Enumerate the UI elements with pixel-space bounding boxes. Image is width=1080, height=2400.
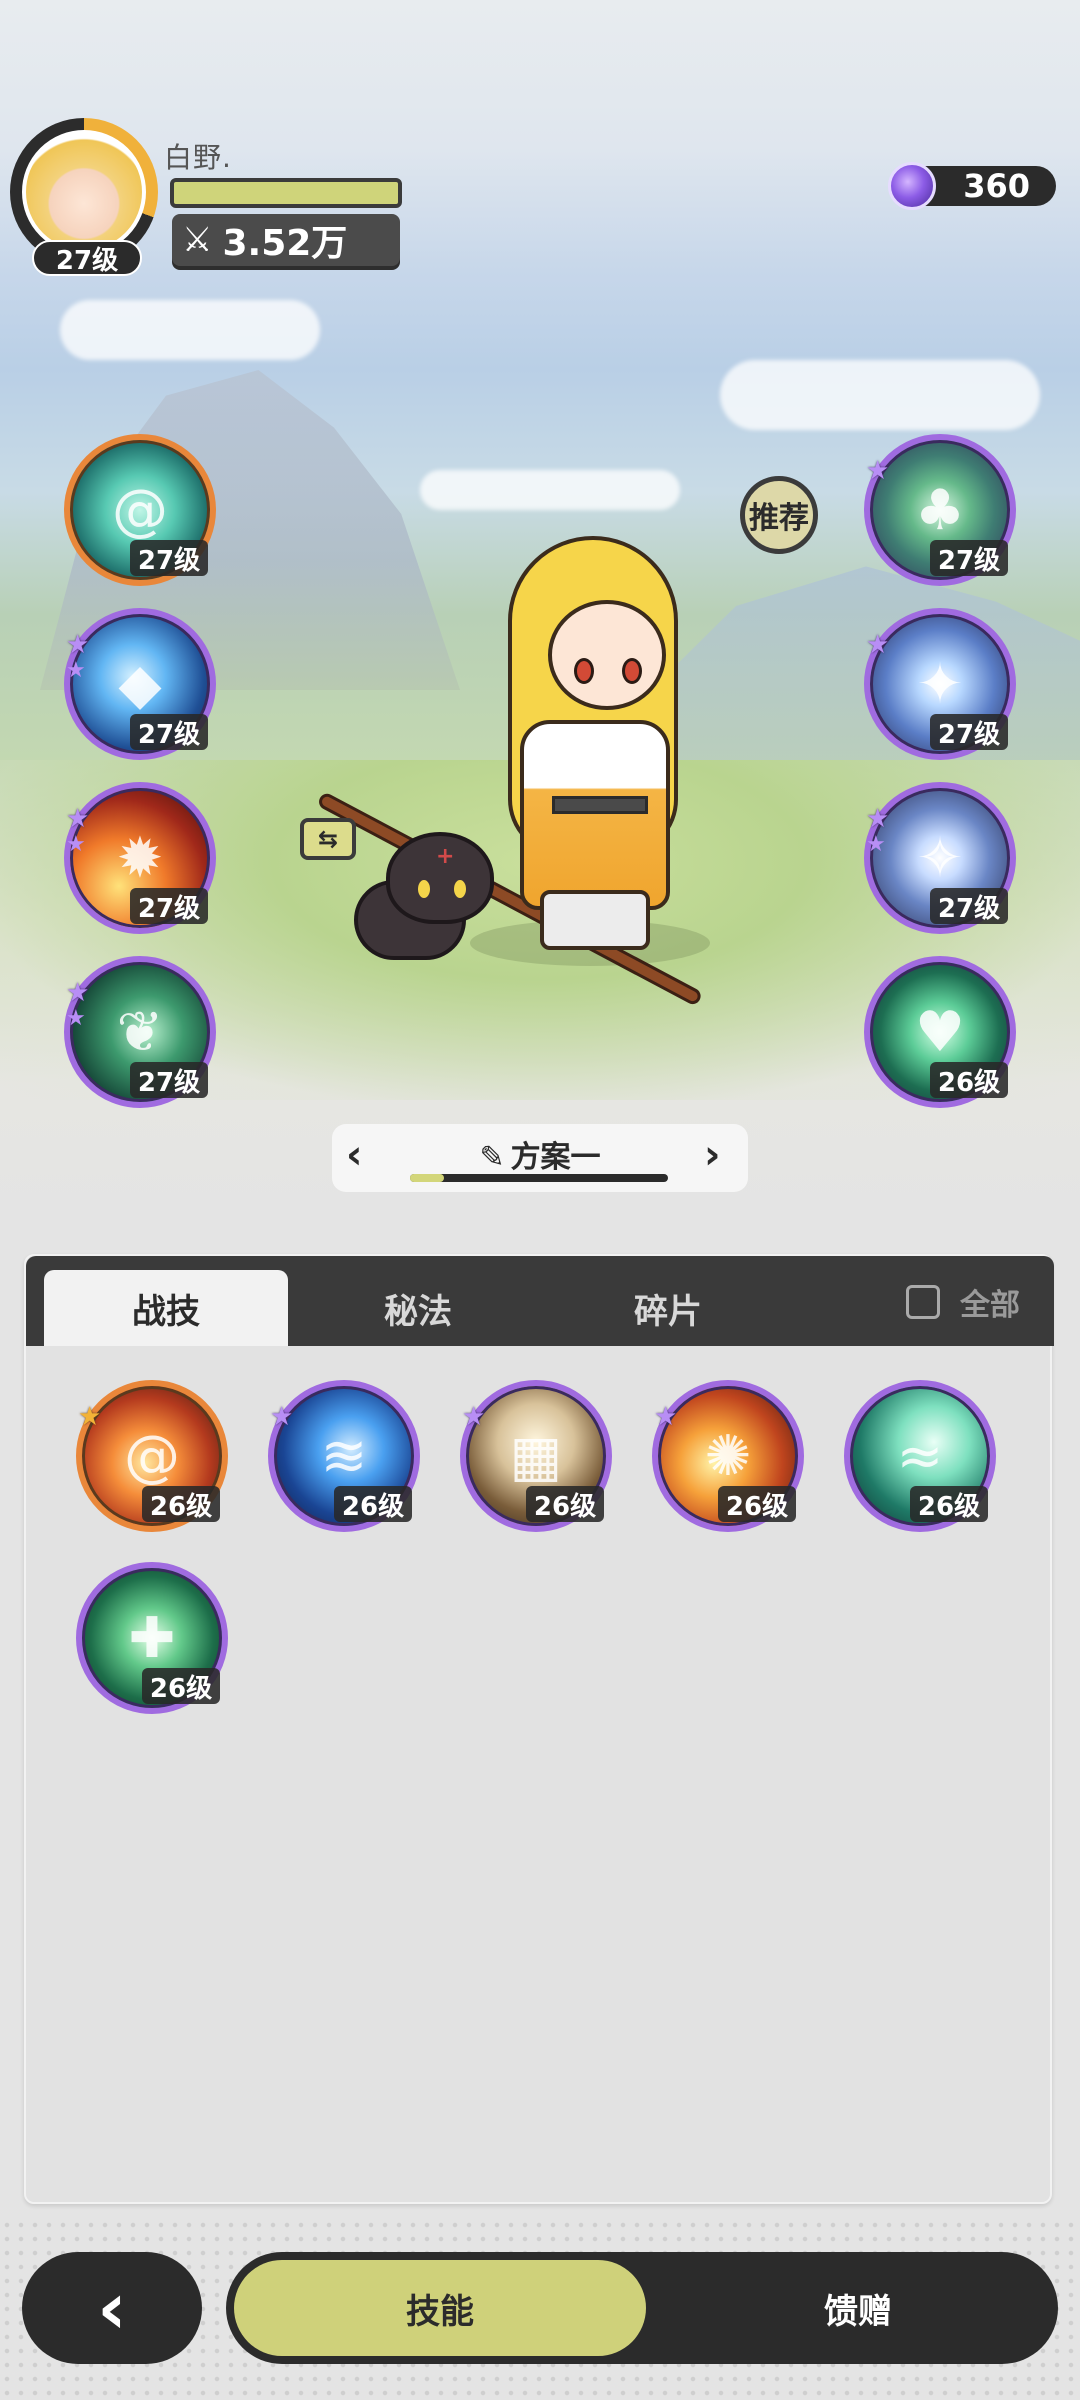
equipped-skill-slot-left-2[interactable]: ◆ ★ ★ 27级 xyxy=(64,608,216,760)
inventory-skill-4[interactable]: ✺ ★ 26级 xyxy=(652,1380,804,1532)
cat-eye xyxy=(418,880,430,898)
skill-level-badge: 26级 xyxy=(142,1668,220,1704)
pencil-icon: ✎ xyxy=(479,1140,505,1175)
preset-name-text: 方案一 xyxy=(510,1140,601,1175)
cat-cross-mark: + xyxy=(436,844,455,869)
character-face xyxy=(548,600,666,710)
character-eye xyxy=(574,658,594,684)
swap-pet-button[interactable]: ⇆ xyxy=(300,818,356,860)
skill-level-badge: 27级 xyxy=(130,888,208,924)
show-all-toggle[interactable]: 全部 xyxy=(906,1280,1020,1324)
rarity-star-icon: ★ xyxy=(66,804,90,834)
player-avatar[interactable]: 27级 xyxy=(10,118,158,276)
rarity-star-icon: ★ xyxy=(66,978,90,1008)
rarity-star-icon: ★ xyxy=(66,1006,86,1031)
equipped-skill-slot-right-2[interactable]: ✦ ★ 27级 xyxy=(864,608,1016,760)
rarity-star-icon: ★ xyxy=(866,630,890,660)
preset-selector: ‹ ✎ 方案一 › xyxy=(332,1124,748,1192)
avatar-level-badge: 27级 xyxy=(32,240,142,276)
rarity-star-icon: ★ xyxy=(654,1402,678,1432)
rarity-star-icon: ★ xyxy=(66,630,90,660)
skill-level-badge: 27级 xyxy=(130,1062,208,1098)
cloud xyxy=(420,470,680,510)
skill-level-badge: 27级 xyxy=(930,714,1008,750)
rarity-star-icon: ★ xyxy=(66,658,86,683)
preset-name[interactable]: ✎ 方案一 xyxy=(332,1132,748,1176)
inventory-skill-6[interactable]: ✚ 26级 xyxy=(76,1562,228,1714)
rarity-star-icon: ★ xyxy=(462,1402,486,1432)
preset-progress-bar xyxy=(410,1174,668,1182)
rarity-star-icon: ★ xyxy=(66,832,86,857)
nav-gifts-button[interactable]: 馈赠 xyxy=(666,2260,1050,2356)
equipped-skill-slot-left-3[interactable]: ✹ ★ ★ 27级 xyxy=(64,782,216,934)
skill-level-badge: 26级 xyxy=(930,1062,1008,1098)
inventory-skill-3[interactable]: ▦ ★ 26级 xyxy=(460,1380,612,1532)
rarity-star-icon: ★ xyxy=(866,456,890,486)
character-legs xyxy=(540,890,650,950)
back-button[interactable]: ‹ xyxy=(22,2252,202,2364)
player-hp-bar xyxy=(170,178,402,208)
skill-level-badge: 26级 xyxy=(718,1486,796,1522)
bottom-nav-bar: 技能 馈赠 xyxy=(226,2252,1058,2364)
tab-fragments[interactable]: 碎片 xyxy=(546,1270,790,1346)
cloud xyxy=(720,360,1040,430)
skill-level-badge: 27级 xyxy=(930,888,1008,924)
skill-level-badge: 27级 xyxy=(930,540,1008,576)
tab-secret-arts[interactable]: 秘法 xyxy=(296,1270,540,1346)
preset-progress-fill xyxy=(410,1174,444,1182)
inventory-skill-1[interactable]: @ ★ 26级 xyxy=(76,1380,228,1532)
skill-inventory-panel: 战技 秘法 碎片 全部 @ ★ 26级 ≋ ★ 26级 ▦ ★ 26级 ✺ ★ … xyxy=(24,1254,1054,2204)
rarity-star-icon: ★ xyxy=(866,832,886,857)
cloud xyxy=(60,300,320,360)
rarity-star-icon: ★ xyxy=(866,804,890,834)
crossed-swords-icon: ⚔ xyxy=(182,220,213,260)
inventory-skill-2[interactable]: ≋ ★ 26级 xyxy=(268,1380,420,1532)
character-eye xyxy=(622,658,642,684)
tab-combat-skills[interactable]: 战技 xyxy=(44,1270,288,1346)
skill-level-badge: 26级 xyxy=(334,1486,412,1522)
character-body xyxy=(520,720,670,910)
equipped-skill-slot-left-1[interactable]: @ 27级 xyxy=(64,434,216,586)
character-belt xyxy=(552,796,648,814)
equipped-skill-slot-right-1[interactable]: ♣ ★ 27级 xyxy=(864,434,1016,586)
skill-level-badge: 26级 xyxy=(142,1486,220,1522)
nav-skills-button[interactable]: 技能 xyxy=(234,2260,646,2356)
inventory-skill-5[interactable]: ≈ 26级 xyxy=(844,1380,996,1532)
skill-level-badge: 26级 xyxy=(526,1486,604,1522)
player-name: 白野. xyxy=(164,141,232,174)
equipped-skill-slot-right-4[interactable]: ♥ 26级 xyxy=(864,956,1016,1108)
currency-amount: 360 xyxy=(963,167,1030,205)
show-all-checkbox[interactable] xyxy=(906,1285,940,1319)
cat-eye xyxy=(454,880,466,898)
skill-tab-bar: 战技 秘法 碎片 全部 xyxy=(26,1256,1054,1346)
combat-power-value: 3.52万 xyxy=(222,223,348,264)
cat-pet-head: + xyxy=(386,832,494,924)
skill-level-badge: 27级 xyxy=(130,714,208,750)
equipped-skill-slot-right-3[interactable]: ✧ ★ ★ 27级 xyxy=(864,782,1016,934)
avatar-portrait xyxy=(22,130,146,254)
rarity-star-icon: ★ xyxy=(270,1402,294,1432)
chevron-right-icon[interactable]: › xyxy=(704,1132,720,1178)
skill-level-badge: 26级 xyxy=(910,1486,988,1522)
recommend-button[interactable]: 推荐 xyxy=(740,476,818,554)
show-all-label: 全部 xyxy=(960,1288,1020,1323)
equipped-skill-slot-left-4[interactable]: ❦ ★ ★ 27级 xyxy=(64,956,216,1108)
skill-level-badge: 27级 xyxy=(130,540,208,576)
chevron-left-icon: ‹ xyxy=(97,2266,127,2350)
rarity-star-icon: ★ xyxy=(78,1402,102,1432)
combat-power: ⚔ 3.52万 xyxy=(172,214,400,266)
purple-orb-currency-icon xyxy=(888,162,936,210)
